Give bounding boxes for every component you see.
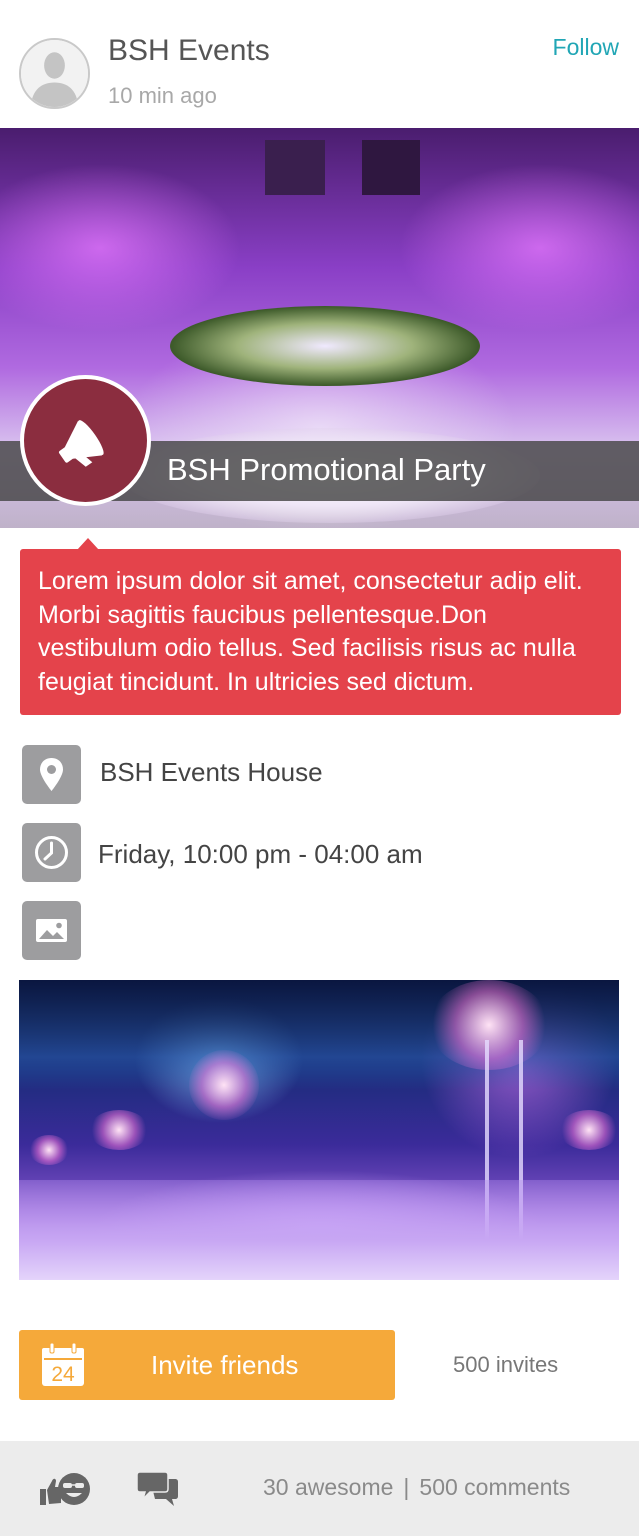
post-footer: 30 awesome | 500 comments xyxy=(0,1441,639,1536)
image-icon[interactable] xyxy=(22,901,81,960)
gallery-candle-light xyxy=(29,1135,69,1165)
gallery-chandelier-light xyxy=(429,980,549,1070)
awesome-count[interactable]: 30 awesome xyxy=(263,1474,393,1500)
invite-friends-button[interactable]: 24 Invite friends xyxy=(19,1330,395,1400)
user-silhouette-icon xyxy=(21,40,88,107)
follow-button[interactable]: Follow xyxy=(553,34,619,61)
gallery-spotlight xyxy=(189,1050,259,1120)
invite-friends-label: Invite friends xyxy=(151,1350,299,1380)
stats-separator: | xyxy=(403,1474,410,1500)
event-location[interactable]: BSH Events House xyxy=(100,757,323,788)
speech-bubbles-icon[interactable] xyxy=(136,1469,179,1509)
hero-background-detail xyxy=(265,140,325,195)
thumbs-up-face-icon[interactable] xyxy=(37,1469,93,1509)
clock-icon xyxy=(22,823,81,882)
gallery-candle-light xyxy=(89,1110,149,1150)
event-time: Friday, 10:00 pm - 04:00 am xyxy=(98,839,423,869)
gallery-candle-light xyxy=(559,1110,619,1150)
event-description: Lorem ipsum dolor sit amet, consectetur … xyxy=(20,549,621,715)
event-hero-image[interactable]: BSH Promotional Party xyxy=(0,128,639,528)
post-timestamp: 10 min ago xyxy=(108,83,217,108)
megaphone-icon xyxy=(59,420,104,467)
hero-background-detail xyxy=(362,140,420,195)
event-gallery-image[interactable] xyxy=(19,980,619,1280)
event-category-badge xyxy=(20,375,151,506)
comments-count[interactable]: 500 comments xyxy=(419,1474,570,1500)
avatar[interactable] xyxy=(19,38,90,109)
calendar-icon: 24 xyxy=(42,1342,84,1386)
post-stats: 30 awesome | 500 comments xyxy=(263,1474,570,1501)
invite-count: 500 invites xyxy=(453,1352,559,1377)
organizer-name[interactable]: BSH Events xyxy=(108,34,270,68)
post-header: BSH Events 10 min ago Follow xyxy=(0,0,639,128)
calendar-day: 24 xyxy=(51,1363,75,1386)
gallery-tables xyxy=(19,1180,619,1280)
hero-centerpiece xyxy=(170,306,480,386)
event-title: BSH Promotional Party xyxy=(167,452,486,487)
location-pin-icon xyxy=(22,745,81,804)
